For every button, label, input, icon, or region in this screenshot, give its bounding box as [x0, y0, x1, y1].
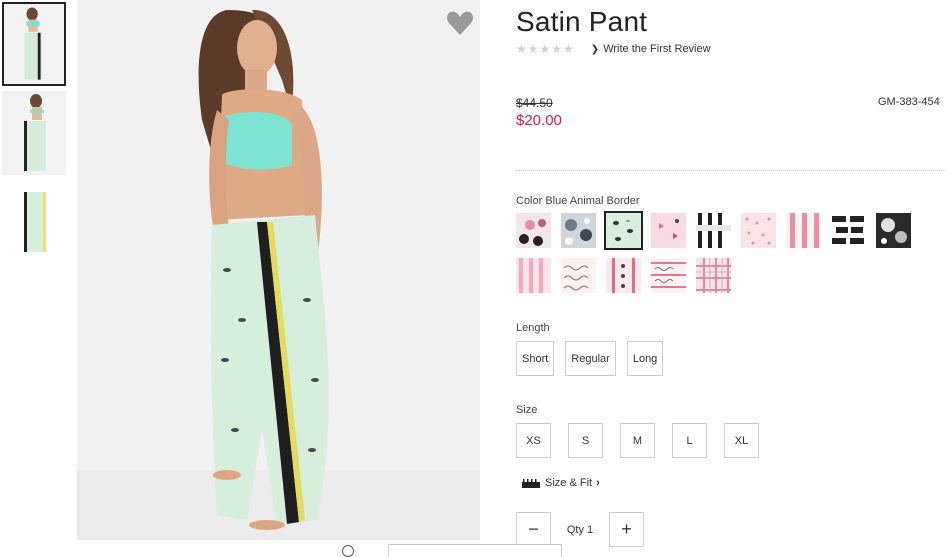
- color-label: Color Blue Animal Border: [516, 195, 640, 207]
- bottom-partial-box: [388, 544, 562, 557]
- size-fit-link[interactable]: Size & Fit ›: [522, 477, 600, 489]
- color-swatch[interactable]: [741, 213, 776, 248]
- size-option-xs[interactable]: XS: [516, 423, 551, 458]
- thumbnail-back-view[interactable]: [2, 91, 66, 175]
- circle-icon: [342, 545, 354, 557]
- ruler-icon: [522, 478, 540, 488]
- size-option-xl[interactable]: XL: [724, 423, 759, 458]
- chevron-right-icon: ❯: [590, 43, 600, 55]
- size-option-m[interactable]: M: [620, 423, 655, 458]
- thumbnail-front-image: [4, 4, 64, 84]
- bottom-partial-control: [342, 545, 360, 557]
- length-option-regular[interactable]: Regular: [565, 341, 616, 376]
- star-rating: ★★★★★: [516, 42, 575, 56]
- length-option-long[interactable]: Long: [626, 341, 664, 376]
- product-title: Satin Pant: [516, 6, 648, 37]
- color-swatch[interactable]: [516, 258, 551, 293]
- favorite-button[interactable]: [446, 10, 474, 36]
- color-swatch-selected[interactable]: [604, 211, 643, 250]
- color-swatches: [516, 211, 926, 293]
- color-swatch[interactable]: [831, 213, 866, 248]
- thumbnail-flat-image: [2, 180, 66, 264]
- decrease-quantity-button[interactable]: −: [516, 512, 551, 547]
- color-swatch[interactable]: [606, 258, 641, 293]
- rating-row: ★★★★★ ❯ Write the First Review: [516, 42, 711, 56]
- sale-price: $20.00: [516, 112, 562, 129]
- color-swatch[interactable]: [561, 258, 596, 293]
- color-swatch[interactable]: [651, 258, 686, 293]
- divider: [516, 170, 946, 171]
- color-swatch[interactable]: [651, 213, 686, 248]
- color-swatch[interactable]: [516, 213, 551, 248]
- thumbnail-flat-view[interactable]: [2, 180, 66, 264]
- size-options: XS S M L XL: [516, 423, 759, 458]
- color-swatch[interactable]: [696, 213, 731, 248]
- thumbnail-front-view[interactable]: [2, 2, 66, 86]
- size-fit-label: Size & Fit: [545, 477, 593, 489]
- quantity-stepper: − Qty 1 +: [516, 512, 644, 547]
- model-illustration: [77, 0, 480, 540]
- quantity-value: Qty 1: [566, 523, 594, 536]
- increase-quantity-button[interactable]: +: [609, 512, 644, 547]
- original-price: $44.50: [516, 96, 553, 110]
- size-label: Size: [516, 404, 538, 416]
- write-review-label: Write the First Review: [603, 43, 711, 55]
- size-option-s[interactable]: S: [568, 423, 603, 458]
- color-swatch[interactable]: [876, 213, 911, 248]
- length-label: Length: [516, 322, 550, 334]
- heart-icon: [446, 11, 474, 35]
- length-option-short[interactable]: Short: [516, 341, 555, 376]
- color-swatch[interactable]: [696, 258, 731, 293]
- thumbnail-back-image: [2, 91, 66, 175]
- thumbnail-gallery: [2, 2, 68, 269]
- color-swatch[interactable]: [561, 213, 596, 248]
- length-options: Short Regular Long: [516, 341, 664, 376]
- size-option-l[interactable]: L: [672, 423, 707, 458]
- color-swatch[interactable]: [786, 213, 821, 248]
- chevron-right-icon: ›: [596, 477, 600, 489]
- write-review-link[interactable]: ❯ Write the First Review: [591, 43, 711, 55]
- main-product-image: [77, 0, 480, 540]
- product-sku: GM-383-454: [878, 96, 940, 108]
